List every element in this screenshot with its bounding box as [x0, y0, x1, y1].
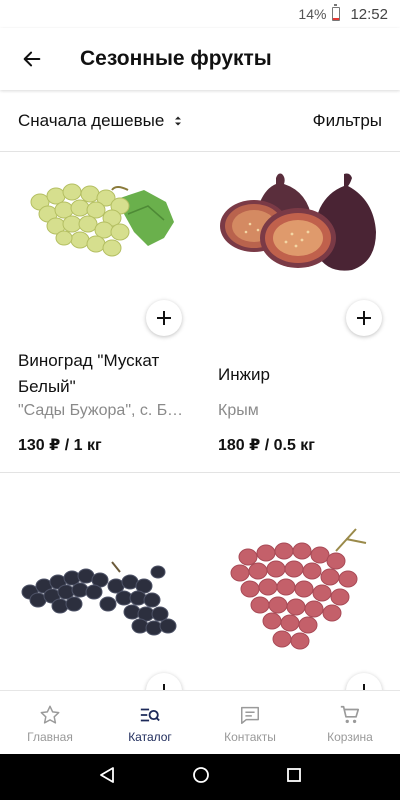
product-grid: Виноград "Мускат Белый" "Сады Бужора", с… [0, 152, 400, 690]
system-recents-button[interactable] [286, 767, 302, 788]
nav-contacts[interactable]: Контакты [200, 691, 300, 754]
product-image-figs [220, 173, 376, 271]
page-title: Сезонные фрукты [80, 47, 272, 70]
nav-catalog[interactable]: Каталог [100, 691, 200, 754]
sort-label: Сначала дешевые [18, 110, 165, 130]
product-card[interactable]: Виноград "Мускат Белый" "Сады Бужора", с… [0, 152, 200, 472]
product-card[interactable]: Инжир Крым 180 ₽ / 0.5 кг [200, 152, 400, 472]
arrow-left-icon [23, 51, 41, 67]
nav-home[interactable]: Главная [0, 691, 100, 754]
cart-icon [339, 702, 361, 728]
app-bar: Сезонные фрукты [0, 28, 400, 90]
system-back-button[interactable] [98, 766, 116, 789]
triangle-back-icon [100, 766, 114, 783]
product-image-red-grapes [230, 528, 367, 650]
plus-icon [157, 311, 171, 325]
sort-arrows-icon [174, 115, 182, 127]
catalog-icon [139, 702, 161, 728]
chat-icon [239, 702, 261, 728]
plus-icon [357, 684, 371, 690]
product-price: 130 ₽ / 1 кг [18, 437, 102, 454]
product-card[interactable] [0, 473, 200, 690]
status-bar: 14% 12:52 [0, 0, 400, 28]
add-to-cart-button[interactable] [146, 300, 182, 336]
nav-cart-label: Корзина [327, 729, 373, 744]
circle-home-icon [193, 766, 209, 783]
star-icon [39, 702, 61, 728]
nav-catalog-label: Каталог [128, 729, 172, 744]
system-navigation-bar [0, 754, 400, 800]
add-to-cart-button[interactable] [146, 673, 182, 690]
product-name: Виноград "Мускат Белый" [18, 351, 160, 396]
product-origin: Крым [218, 402, 259, 419]
sort-filter-bar: Сначала дешевые Фильтры [0, 90, 400, 152]
filters-button[interactable]: Фильтры [313, 111, 382, 131]
nav-home-label: Главная [27, 729, 73, 744]
add-to-cart-button[interactable] [346, 300, 382, 336]
product-image-black-grapes [21, 561, 177, 636]
product-image-white-grapes [30, 183, 174, 257]
product-card[interactable] [200, 473, 400, 690]
square-recents-icon [287, 767, 301, 782]
plus-icon [357, 311, 371, 325]
system-home-button[interactable] [192, 766, 210, 789]
nav-cart[interactable]: Корзина [300, 691, 400, 754]
add-to-cart-button[interactable] [346, 673, 382, 690]
battery-icon [332, 4, 341, 21]
bottom-navigation: Главная Каталог Контакты Корзина [0, 690, 400, 754]
battery-percentage: 14% [298, 6, 327, 22]
clock: 12:52 [350, 5, 388, 23]
nav-contacts-label: Контакты [224, 729, 276, 744]
product-origin: "Сады Бужора", с. Бужор [18, 402, 190, 419]
back-button[interactable] [0, 28, 64, 90]
plus-icon [157, 684, 171, 690]
product-price: 180 ₽ / 0.5 кг [218, 437, 315, 454]
sort-dropdown[interactable]: Сначала дешевые [18, 111, 182, 131]
product-name: Инжир [218, 365, 270, 384]
